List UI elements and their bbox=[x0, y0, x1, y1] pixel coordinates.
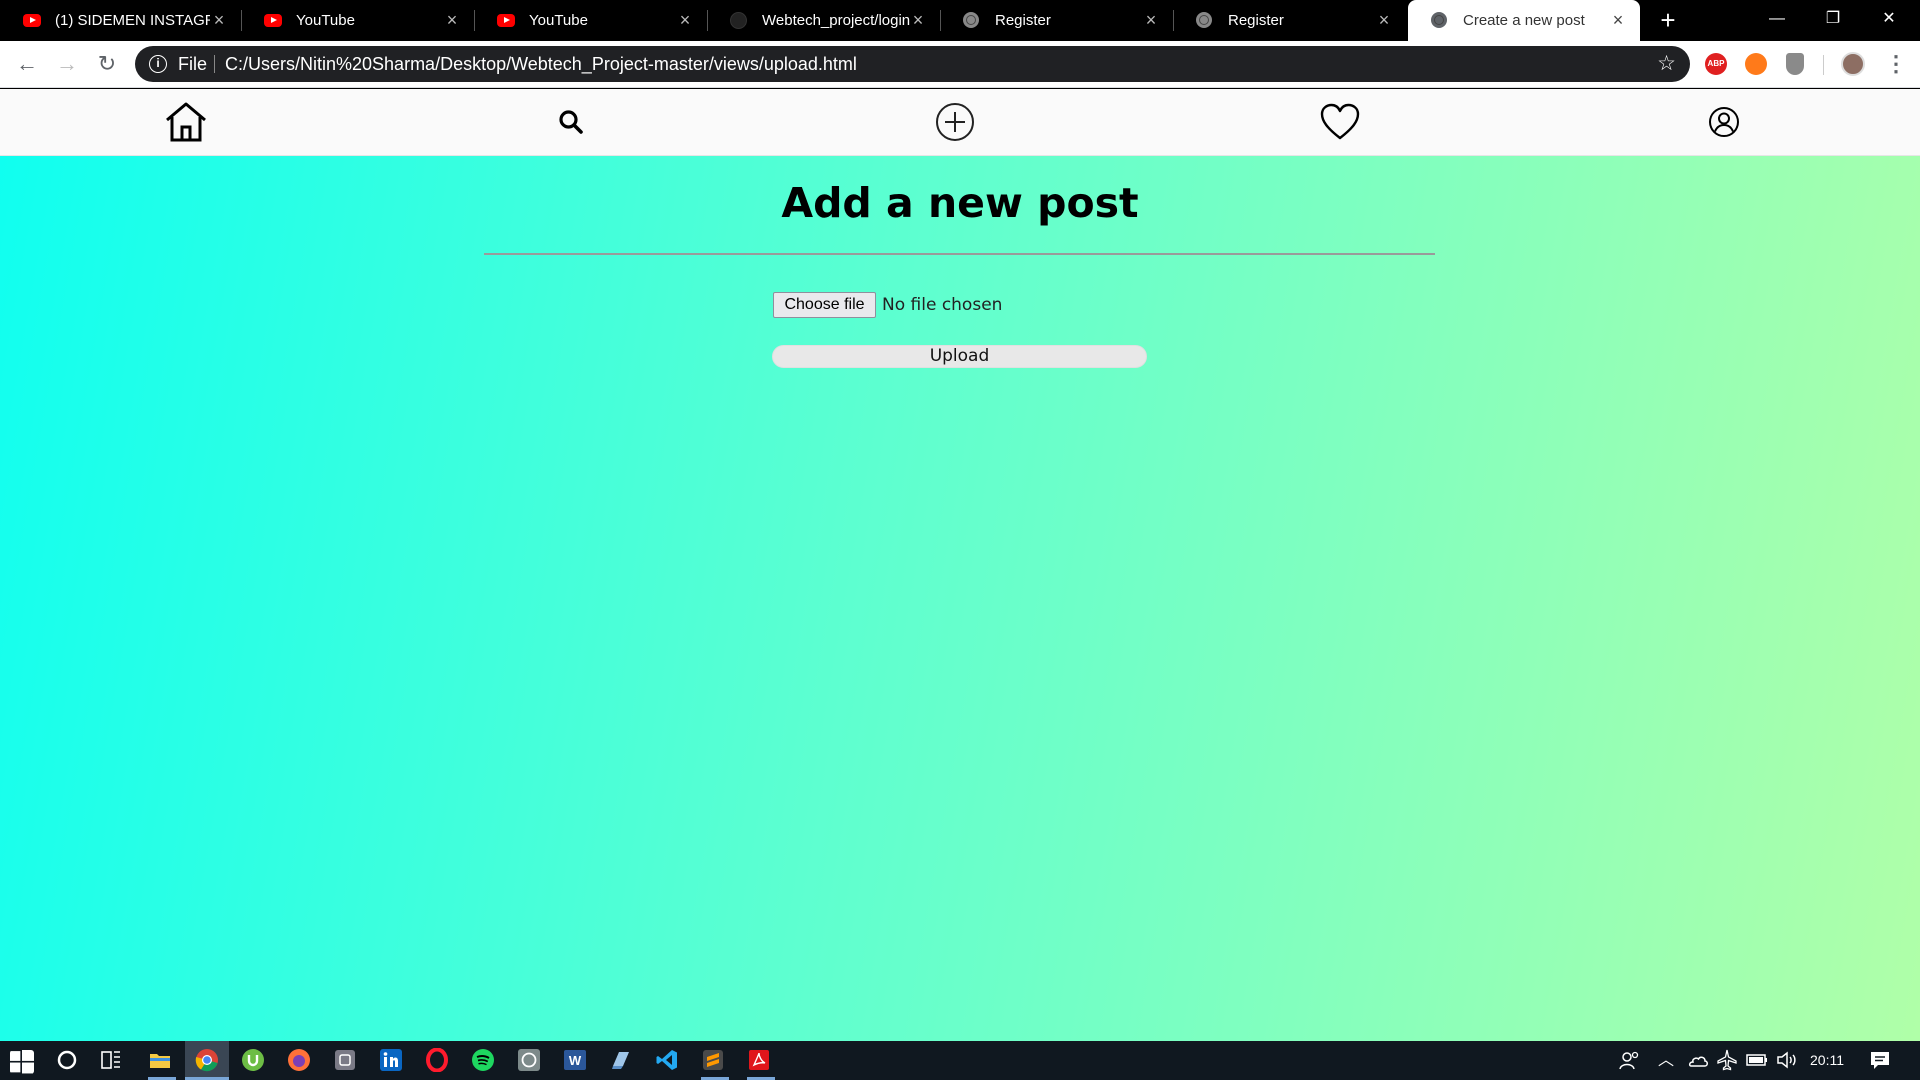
search-icon bbox=[559, 110, 583, 134]
chevron-up-icon[interactable]: ︿ bbox=[1658, 1041, 1674, 1080]
close-icon[interactable]: × bbox=[677, 11, 693, 29]
acrobat-icon[interactable] bbox=[747, 1048, 771, 1072]
youtube-icon bbox=[264, 12, 282, 29]
close-window-button[interactable]: ✕ bbox=[1861, 0, 1917, 41]
youtube-icon bbox=[23, 12, 41, 29]
url-text[interactable]: C:/Users/Nitin%20Sharma/Desktop/Webtech_… bbox=[225, 46, 857, 82]
svg-text:W: W bbox=[569, 1053, 582, 1068]
extension-orange-icon[interactable] bbox=[1745, 53, 1767, 75]
word-icon[interactable]: W bbox=[563, 1048, 587, 1072]
plus-circle-icon bbox=[936, 103, 974, 141]
youtube-icon bbox=[497, 12, 515, 29]
avatar[interactable] bbox=[1841, 52, 1865, 76]
clock[interactable]: 20:11 bbox=[1810, 1041, 1844, 1080]
info-icon[interactable]: i bbox=[149, 55, 167, 73]
nav-add-post[interactable] bbox=[924, 91, 986, 153]
tab-title: YouTube bbox=[296, 12, 355, 29]
airplane-mode-icon[interactable] bbox=[1715, 1048, 1739, 1072]
choose-file-button[interactable]: Choose file bbox=[773, 292, 876, 318]
menu-kebab-icon[interactable]: ⋮ bbox=[1885, 51, 1907, 77]
browser-tab[interactable]: Webtech_project/login × bbox=[707, 0, 941, 41]
minimize-button[interactable]: — bbox=[1749, 0, 1805, 41]
browser-tab-active[interactable]: Create a new post × bbox=[1408, 0, 1640, 41]
shield-extension-icon[interactable] bbox=[1786, 53, 1804, 75]
forward-button[interactable]: → bbox=[54, 51, 80, 77]
people-icon[interactable] bbox=[1618, 1048, 1642, 1072]
chrome-icon[interactable] bbox=[195, 1048, 219, 1072]
browser-tab[interactable]: (1) SIDEMEN INSTAGRAM × bbox=[0, 0, 242, 41]
tab-title: (1) SIDEMEN INSTAGRAM bbox=[55, 12, 210, 29]
browser-tab[interactable]: Register × bbox=[1173, 0, 1406, 41]
tab-title: Webtech_project/login bbox=[762, 12, 911, 29]
close-icon[interactable]: × bbox=[1143, 11, 1159, 29]
page-title: Add a new post bbox=[781, 179, 1139, 227]
divider bbox=[214, 55, 215, 73]
globe-icon bbox=[1196, 12, 1213, 29]
scheme-label: File bbox=[178, 54, 208, 74]
browser-toolbar: ← → ↻ i File C:/Users/Nitin%20Sharma/Des… bbox=[0, 41, 1920, 88]
nav-likes[interactable] bbox=[1309, 91, 1371, 153]
back-button[interactable]: ← bbox=[14, 51, 40, 77]
upload-button[interactable]: Upload bbox=[772, 345, 1147, 368]
utorrent-icon[interactable] bbox=[241, 1048, 265, 1072]
onedrive-icon[interactable] bbox=[1686, 1048, 1710, 1072]
windows-start-icon[interactable] bbox=[10, 1050, 34, 1074]
address-bar[interactable]: i File C:/Users/Nitin%20Sharma/Desktop/W… bbox=[135, 46, 1690, 82]
nav-profile[interactable] bbox=[1693, 91, 1755, 153]
close-icon[interactable]: × bbox=[444, 11, 460, 29]
action-center-icon[interactable] bbox=[1868, 1048, 1892, 1072]
cortana-icon[interactable] bbox=[55, 1048, 79, 1072]
globe-icon bbox=[963, 12, 980, 29]
restore-button[interactable]: ❐ bbox=[1805, 0, 1861, 41]
close-icon[interactable]: × bbox=[910, 11, 926, 29]
firefox-icon[interactable] bbox=[287, 1048, 311, 1072]
taskbar: W ︿ 20:11 bbox=[0, 1041, 1920, 1080]
tab-title: YouTube bbox=[529, 12, 588, 29]
globe-icon bbox=[1431, 12, 1448, 29]
tab-title: Register bbox=[995, 12, 1051, 29]
battery-icon[interactable] bbox=[1745, 1048, 1769, 1072]
tab-title: Create a new post bbox=[1463, 12, 1585, 29]
user-circle-icon bbox=[1709, 107, 1739, 137]
nav-search[interactable] bbox=[540, 91, 602, 153]
close-icon[interactable]: × bbox=[1376, 11, 1392, 29]
tab-strip: (1) SIDEMEN INSTAGRAM × YouTube × YouTub… bbox=[0, 0, 1920, 41]
opera-icon[interactable] bbox=[425, 1048, 449, 1072]
adblock-plus-icon[interactable]: ABP bbox=[1705, 53, 1727, 75]
close-icon[interactable]: × bbox=[1610, 11, 1626, 29]
browser-tab[interactable]: YouTube × bbox=[474, 0, 708, 41]
page-body: Add a new post Choose file No file chose… bbox=[0, 89, 1920, 1041]
browser-tab[interactable]: Register × bbox=[940, 0, 1174, 41]
home-icon bbox=[166, 102, 206, 142]
close-icon[interactable]: × bbox=[211, 11, 227, 29]
divider bbox=[484, 253, 1435, 255]
file-input[interactable]: Choose file No file chosen bbox=[773, 292, 1002, 318]
vscode-icon[interactable] bbox=[655, 1048, 679, 1072]
browser-tab[interactable]: YouTube × bbox=[241, 0, 475, 41]
sublime-icon[interactable] bbox=[701, 1048, 725, 1072]
notes-icon[interactable] bbox=[609, 1048, 633, 1072]
file-status: No file chosen bbox=[882, 295, 1003, 315]
app-navbar bbox=[0, 89, 1920, 156]
app-gray-icon[interactable] bbox=[333, 1048, 357, 1072]
tab-title: Register bbox=[1228, 12, 1284, 29]
volume-icon[interactable] bbox=[1775, 1048, 1799, 1072]
spotify-icon[interactable] bbox=[471, 1048, 495, 1072]
nav-home[interactable] bbox=[155, 91, 217, 153]
linkedin-icon[interactable] bbox=[379, 1048, 403, 1072]
new-tab-button[interactable]: + bbox=[1655, 7, 1681, 34]
heart-icon bbox=[1320, 103, 1360, 140]
file-explorer-icon[interactable] bbox=[148, 1048, 172, 1072]
bookmark-star-icon[interactable]: ☆ bbox=[1657, 51, 1676, 77]
toolbar-divider bbox=[1823, 55, 1824, 75]
reload-button[interactable]: ↻ bbox=[94, 51, 120, 77]
task-view-icon[interactable] bbox=[99, 1048, 123, 1072]
github-icon bbox=[730, 12, 747, 29]
whatsapp-icon[interactable] bbox=[517, 1048, 541, 1072]
